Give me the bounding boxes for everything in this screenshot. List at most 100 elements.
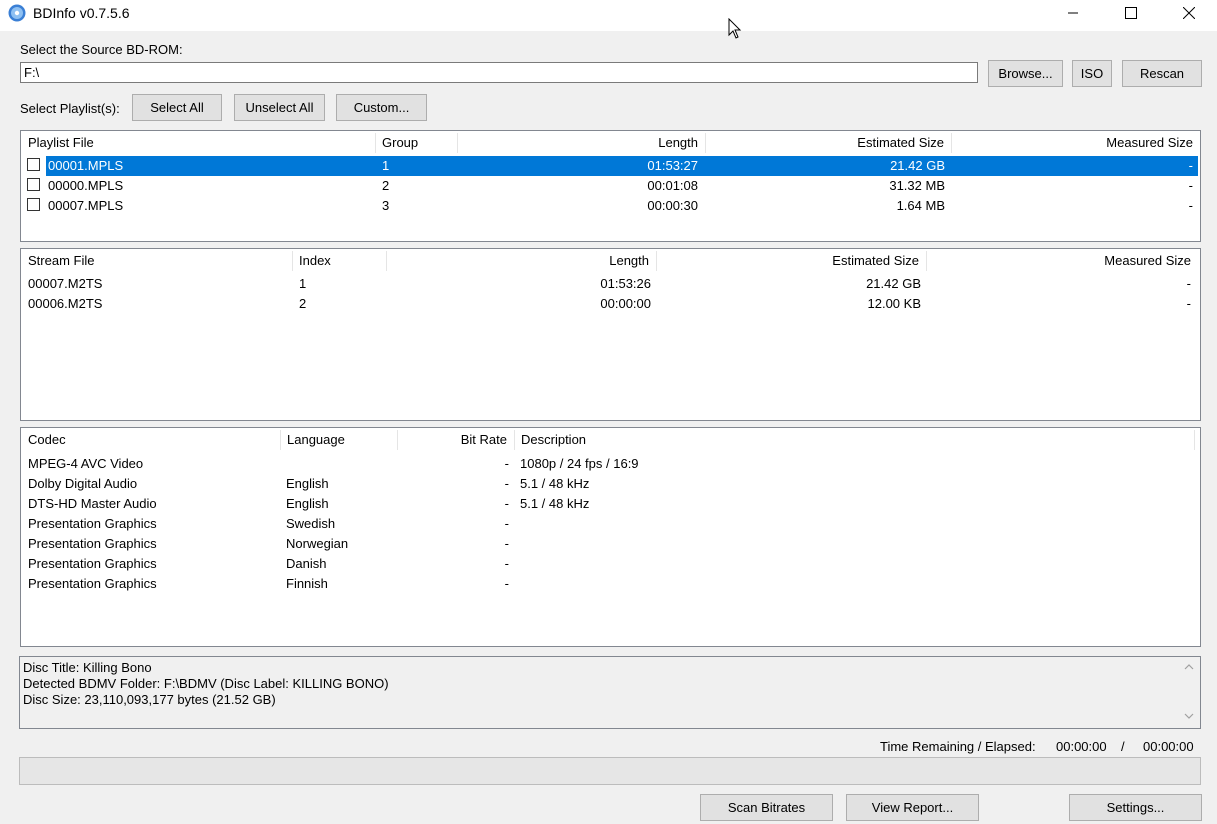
- table-row[interactable]: Presentation Graphics Danish -: [21, 554, 1200, 574]
- table-row[interactable]: Presentation Graphics Norwegian -: [21, 534, 1200, 554]
- table-row[interactable]: MPEG-4 AVC Video - 1080p / 24 fps / 16:9: [21, 454, 1200, 474]
- column-header[interactable]: Estimated Size: [705, 131, 951, 155]
- codec-bitrate: -: [504, 456, 509, 471]
- playlist-file: 00007.MPLS: [48, 198, 124, 213]
- stream-table[interactable]: Stream File Index Length Estimated Size …: [20, 248, 1201, 421]
- rescan-button[interactable]: Rescan: [1122, 60, 1202, 87]
- time-remaining: 00:00:00: [1056, 739, 1107, 754]
- playlist-group: 1: [382, 158, 390, 173]
- scan-bitrates-button[interactable]: Scan Bitrates: [700, 794, 833, 821]
- column-header[interactable]: Bit Rate: [397, 428, 514, 452]
- codec-name: Presentation Graphics: [28, 556, 157, 571]
- source-label: Select the Source BD-ROM:: [20, 42, 183, 57]
- column-header[interactable]: Length: [386, 249, 656, 273]
- codec-language: Danish: [286, 556, 327, 571]
- table-row[interactable]: Dolby Digital Audio English - 5.1 / 48 k…: [21, 474, 1200, 494]
- custom-button[interactable]: Custom...: [336, 94, 427, 121]
- playlist-checkbox[interactable]: [27, 158, 40, 171]
- codec-bitrate: -: [504, 536, 509, 551]
- codec-bitrate: -: [504, 476, 509, 491]
- playlist-length: 01:53:27: [647, 158, 698, 173]
- column-header[interactable]: Stream File: [21, 249, 292, 273]
- playlist-length: 00:01:08: [647, 178, 698, 193]
- cursor-icon: [728, 18, 742, 39]
- maximize-button[interactable]: [1102, 0, 1160, 26]
- column-header[interactable]: Measured Size: [951, 131, 1200, 155]
- playlist-file: 00001.MPLS: [48, 158, 124, 173]
- minimize-button[interactable]: [1044, 0, 1102, 26]
- codec-name: DTS-HD Master Audio: [28, 496, 157, 511]
- playlist-est-size: 1.64 MB: [896, 198, 945, 213]
- column-header[interactable]: Codec: [21, 428, 280, 452]
- stream-est-size: 21.42 GB: [866, 276, 921, 291]
- view-report-button[interactable]: View Report...: [846, 794, 979, 821]
- stream-measured-size: -: [1186, 296, 1191, 311]
- stream-length: 01:53:26: [600, 276, 651, 291]
- minimize-icon: [1068, 12, 1078, 14]
- column-header[interactable]: Language: [280, 428, 397, 452]
- codec-name: Dolby Digital Audio: [28, 476, 138, 491]
- browse-button[interactable]: Browse...: [988, 60, 1063, 87]
- stream-file: 00006.M2TS: [28, 296, 103, 311]
- time-elapsed: 00:00:00: [1143, 739, 1194, 754]
- unselect-all-button[interactable]: Unselect All: [234, 94, 325, 121]
- playlist-group: 3: [382, 198, 390, 213]
- table-row[interactable]: 00001.MPLS 1 01:53:27 21.42 GB -: [21, 156, 1200, 176]
- column-header[interactable]: Estimated Size: [656, 249, 926, 273]
- disc-info-text[interactable]: Disc Title: Killing Bono Detected BDMV F…: [19, 656, 1201, 729]
- codec-name: Presentation Graphics: [28, 516, 157, 531]
- playlist-est-size: 21.42 GB: [890, 158, 945, 173]
- scroll-down-icon[interactable]: [1184, 712, 1194, 720]
- stream-measured-size: -: [1186, 276, 1191, 291]
- stream-index: 2: [299, 296, 307, 311]
- close-icon: [1183, 7, 1195, 19]
- title-bar: BDInfo v0.7.5.6: [0, 0, 1217, 31]
- codec-name: MPEG-4 AVC Video: [28, 456, 144, 471]
- column-header[interactable]: Measured Size: [926, 249, 1198, 273]
- codec-description: 5.1 / 48 kHz: [520, 496, 590, 511]
- column-header[interactable]: Index: [292, 249, 386, 273]
- disc-icon: [8, 4, 26, 22]
- progress-bar: [19, 757, 1201, 785]
- table-row[interactable]: 00006.M2TS 2 00:00:00 12.00 KB -: [21, 294, 1200, 314]
- column-header[interactable]: Group: [375, 131, 457, 155]
- playlist-select-label: Select Playlist(s):: [20, 101, 120, 116]
- table-row[interactable]: 00007.M2TS 1 01:53:26 21.42 GB -: [21, 274, 1200, 294]
- close-button[interactable]: [1160, 0, 1217, 26]
- table-row[interactable]: Presentation Graphics Swedish -: [21, 514, 1200, 534]
- playlist-checkbox[interactable]: [27, 198, 40, 211]
- stream-length: 00:00:00: [600, 296, 651, 311]
- table-row[interactable]: 00007.MPLS 3 00:00:30 1.64 MB -: [21, 196, 1200, 216]
- playlist-length: 00:00:30: [647, 198, 698, 213]
- codec-language: Swedish: [286, 516, 336, 531]
- playlist-measured-size: -: [1188, 198, 1193, 213]
- playlist-file: 00000.MPLS: [48, 178, 124, 193]
- codec-bitrate: -: [504, 496, 509, 511]
- playlist-checkbox[interactable]: [27, 178, 40, 191]
- info-scrollbar[interactable]: [1178, 657, 1200, 728]
- time-separator: /: [1121, 739, 1125, 754]
- playlist-group: 2: [382, 178, 390, 193]
- scroll-up-icon[interactable]: [1184, 663, 1194, 671]
- table-row[interactable]: DTS-HD Master Audio English - 5.1 / 48 k…: [21, 494, 1200, 514]
- maximize-icon: [1125, 7, 1137, 19]
- source-path-input[interactable]: F:\: [20, 62, 978, 83]
- codec-name: Presentation Graphics: [28, 576, 157, 591]
- codec-bitrate: -: [504, 556, 509, 571]
- playlist-table[interactable]: Playlist File Group Length Estimated Siz…: [20, 130, 1201, 242]
- stream-file: 00007.M2TS: [28, 276, 103, 291]
- column-header[interactable]: Length: [457, 131, 705, 155]
- iso-button[interactable]: ISO: [1072, 60, 1112, 87]
- column-header[interactable]: Playlist File: [21, 131, 375, 155]
- codec-language: English: [286, 496, 329, 511]
- codec-language: Norwegian: [286, 536, 349, 551]
- table-row[interactable]: Presentation Graphics Finnish -: [21, 574, 1200, 594]
- stream-index: 1: [299, 276, 307, 291]
- column-header[interactable]: Description: [514, 428, 1194, 452]
- select-all-button[interactable]: Select All: [132, 94, 222, 121]
- settings-button[interactable]: Settings...: [1069, 794, 1202, 821]
- playlist-measured-size: -: [1188, 158, 1193, 173]
- codec-table[interactable]: Codec Language Bit Rate Description MPEG…: [20, 427, 1201, 647]
- table-row[interactable]: 00000.MPLS 2 00:01:08 31.32 MB -: [21, 176, 1200, 196]
- playlist-measured-size: -: [1188, 178, 1193, 193]
